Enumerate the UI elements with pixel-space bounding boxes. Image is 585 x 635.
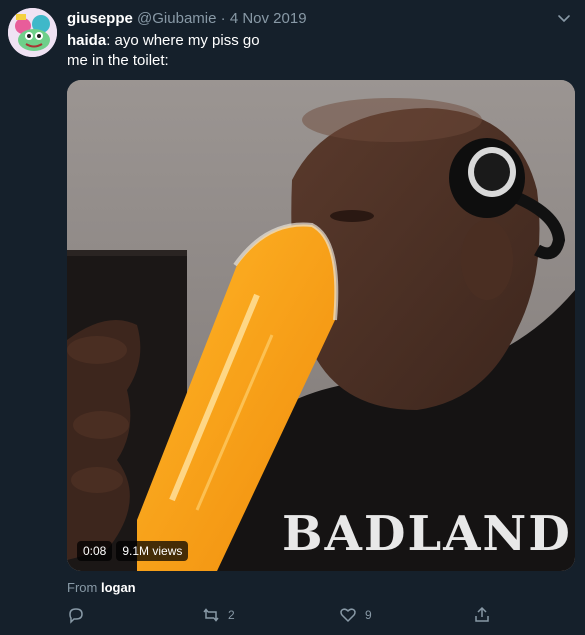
video-badges: 0:08 9.1M views <box>77 541 189 561</box>
tweet-line-1-rest: : ayo where my piss go <box>106 32 260 49</box>
tweet-line-2: me in the toilet: <box>67 52 169 69</box>
share-button[interactable] <box>473 606 491 624</box>
tweet-actions: 2 9 <box>67 606 507 628</box>
tweet-text: haida: ayo where my piss go me in the to… <box>67 31 260 71</box>
tweet-card[interactable]: giuseppe @Giubamie · 4 Nov 2019 haida: a… <box>0 0 585 635</box>
user-handle[interactable]: @Giubamie <box>137 10 216 27</box>
like-button[interactable]: 9 <box>339 606 372 624</box>
tweet-header: giuseppe @Giubamie · 4 Nov 2019 <box>67 9 307 28</box>
separator: · <box>220 10 226 27</box>
source-name[interactable]: logan <box>101 580 136 595</box>
shirt-print: BADLAND <box>282 506 572 562</box>
source-attribution: From logan <box>67 580 136 595</box>
chevron-down-icon[interactable] <box>555 9 573 27</box>
display-name[interactable]: giuseppe <box>67 10 133 27</box>
tweet-line-1: haida: ayo where my piss go <box>67 31 260 51</box>
retweet-button[interactable]: 2 <box>202 606 235 624</box>
video-duration: 0:08 <box>77 541 113 561</box>
reply-button[interactable] <box>67 606 93 624</box>
mention-name: haida <box>67 32 107 49</box>
share-icon <box>475 606 489 622</box>
like-count: 9 <box>365 608 372 622</box>
reply-icon <box>69 608 83 624</box>
retweet-count: 2 <box>228 608 235 622</box>
avatar[interactable] <box>8 8 57 57</box>
video-frame: BADLAND <box>67 80 575 571</box>
retweet-icon <box>203 608 219 622</box>
source-prefix: From <box>67 580 101 595</box>
video-views: 9.1M views <box>116 541 189 561</box>
tweet-date[interactable]: 4 Nov 2019 <box>230 10 307 27</box>
like-icon <box>340 608 356 623</box>
video-player[interactable]: BADLAND 0:08 9.1M views <box>67 80 575 571</box>
